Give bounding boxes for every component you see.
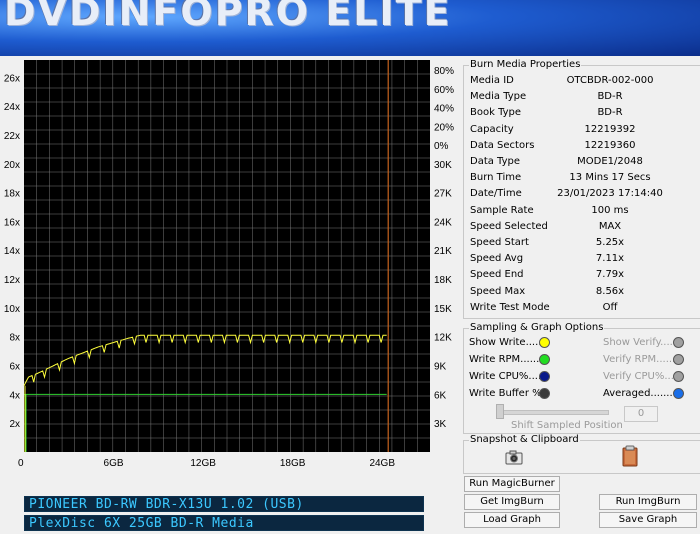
y-right-pct-tick-label: 20%: [434, 122, 454, 133]
verify-cpu-color-button[interactable]: [673, 371, 684, 382]
sampling-title: Sampling & Graph Options: [469, 322, 605, 333]
shift-value-field[interactable]: 0: [624, 406, 658, 422]
y-left-tick-label: 22x: [4, 131, 20, 142]
y-right-rpm-tick-label: 6K: [434, 390, 447, 401]
y-right-rpm-tick-label: 27K: [434, 189, 452, 200]
prop-value: 8.56x: [595, 285, 625, 297]
prop-key: Speed Selected: [470, 220, 548, 232]
burn-speed-chart: 26x 24x 22x 20x 18x 16x 14x 12x 10x 8x 6x 4x 2x 80% 60…: [4, 60, 454, 469]
prop-key: Sample Rate: [470, 204, 534, 216]
x-tick-label: 18GB: [280, 458, 306, 469]
y-left-tick-label: 6x: [9, 362, 20, 373]
write-buffer-label: Write Buffer %.: [469, 388, 545, 399]
prop-value: 13 Mins 17 Secs: [569, 172, 651, 184]
drive-info-display: PIONEER BD-RW BDR-X13U 1.02 (USB): [24, 496, 424, 512]
y-left-tick-label: 12x: [4, 275, 20, 286]
show-write-color-button[interactable]: [539, 337, 550, 348]
y-right-pct-tick-label: 80%: [434, 66, 454, 77]
y-right-rpm-tick-label: 9K: [434, 362, 447, 373]
y-right-rpm-tick-label: 3K: [434, 419, 447, 430]
x-tick-label: 24GB: [369, 458, 395, 469]
y-right-pct-tick-label: 60%: [434, 85, 454, 96]
prop-value: 7.79x: [595, 269, 625, 281]
x-tick-label: 12GB: [190, 458, 216, 469]
prop-key: Burn Time: [470, 172, 522, 184]
show-write-label: Show Write.....: [469, 337, 542, 348]
prop-key: Write Test Mode: [470, 301, 550, 313]
prop-value: 5.25x: [595, 237, 625, 248]
prop-value: 100 ms: [591, 204, 629, 216]
y-left-tick-label: 26x: [4, 73, 20, 84]
y-left-tick-label: 2x: [9, 419, 20, 430]
y-left-tick-label: 10x: [4, 304, 20, 315]
x-tick-label: 0: [18, 458, 24, 469]
prop-value: 12219392: [584, 123, 636, 135]
y-left-tick-label: 20x: [4, 160, 20, 171]
verify-rpm-label: Verify RPM......: [603, 354, 676, 365]
write-cpu-label: Write CPU%....: [469, 371, 542, 382]
prop-key: Speed End: [470, 269, 524, 281]
y-left-tick-label: 4x: [9, 390, 20, 401]
y-left-tick-label: 16x: [4, 217, 20, 228]
y-right-rpm-tick-label: 21K: [434, 246, 452, 257]
verify-cpu-label: Verify CPU%....: [603, 371, 678, 382]
prop-value: MAX: [598, 220, 622, 232]
y-left-tick-label: 24x: [4, 102, 20, 113]
y-right-rpm-tick-label: 24K: [434, 217, 452, 228]
prop-key: Speed Avg: [470, 253, 524, 265]
shift-slider-track[interactable]: [497, 410, 609, 415]
prop-key: Date/Time: [470, 188, 522, 200]
prop-key: Capacity: [470, 123, 514, 135]
y-right-pct-tick-label: 0%: [434, 141, 449, 152]
snapshot-title: Snapshot & Clipboard: [469, 434, 580, 445]
clipboard-icon[interactable]: [622, 445, 638, 467]
prop-value: 23/01/2023 17:14:40: [557, 188, 663, 200]
prop-key: Data Type: [470, 156, 521, 167]
prop-value: BD-R: [597, 91, 623, 103]
y-right-pct-tick-label: 40%: [434, 104, 454, 115]
prop-value: BD-R: [597, 107, 623, 119]
load-graph-button[interactable]: Load Graph: [464, 512, 560, 528]
shift-slider-thumb[interactable]: [496, 404, 504, 419]
app-banner: DVDInfoPro Elite: [0, 0, 700, 56]
verify-rpm-color-button[interactable]: [673, 354, 684, 365]
run-magicburner-button[interactable]: Run MagicBurner: [464, 476, 560, 492]
burn-properties-title: Burn Media Properties: [469, 59, 582, 70]
y-left-tick-label: 18x: [4, 189, 20, 200]
prop-value: OTCBDR-002-000: [566, 75, 654, 86]
y-right-rpm-tick-label: 12K: [434, 333, 452, 344]
y-left-tick-label: 14x: [4, 246, 20, 257]
prop-key: Book Type: [470, 107, 522, 119]
save-graph-button[interactable]: Save Graph: [599, 512, 697, 528]
write-cpu-color-button[interactable]: [539, 371, 550, 382]
averaged-label: Averaged........: [603, 388, 676, 399]
media-info-display: PlexDisc 6X 25GB BD-R Media: [24, 515, 424, 531]
y-right-rpm-tick-label: 18K: [434, 275, 452, 286]
prop-key: Speed Start: [470, 237, 529, 248]
y-right-rpm-tick-label: 30K: [434, 160, 452, 171]
get-imgburn-button[interactable]: Get ImgBurn: [464, 494, 560, 510]
prop-value: 12219360: [584, 139, 636, 151]
show-verify-color-button[interactable]: [673, 337, 684, 348]
camera-icon[interactable]: [505, 449, 523, 465]
prop-key: Media ID: [470, 75, 514, 86]
show-verify-label: Show Verify.....: [603, 337, 676, 348]
averaged-color-button[interactable]: [673, 388, 684, 399]
run-imgburn-button[interactable]: Run ImgBurn: [599, 494, 697, 510]
prop-value: MODE1/2048: [577, 156, 643, 167]
write-rpm-label: Write RPM......: [469, 354, 540, 365]
prop-key: Media Type: [470, 91, 527, 103]
app-title: DVDInfoPro Elite: [4, 0, 452, 34]
y-right-rpm-tick-label: 15K: [434, 304, 452, 315]
snapshot-group: [463, 440, 700, 474]
prop-value: Off: [602, 301, 618, 313]
y-left-tick-label: 8x: [9, 333, 20, 344]
write-buffer-color-button[interactable]: [539, 388, 550, 399]
shift-position-label: Shift Sampled Position: [511, 420, 623, 431]
prop-key: Speed Max: [470, 285, 526, 297]
prop-key: Data Sectors: [470, 139, 535, 151]
prop-value: 7.11x: [595, 253, 625, 265]
x-tick-label: 6GB: [104, 458, 124, 469]
write-rpm-color-button[interactable]: [539, 354, 550, 365]
